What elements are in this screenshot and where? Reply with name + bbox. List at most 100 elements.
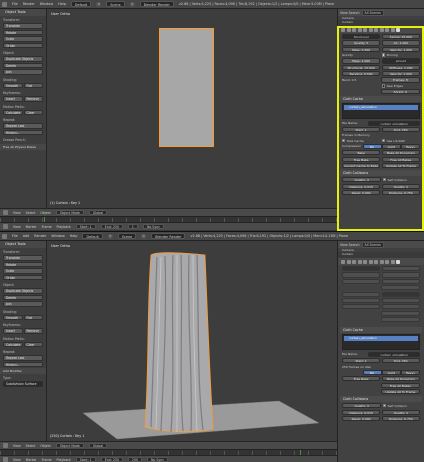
duplicate-button[interactable]: Duplicate Objects	[3, 288, 43, 294]
calculate-paths-button[interactable]: Calculate	[3, 109, 23, 115]
end-frame-field[interactable]: End: 250	[100, 224, 123, 229]
modifiers-tab-icon[interactable]	[368, 27, 373, 32]
repeat-last-button[interactable]: Repeat Last	[3, 123, 43, 129]
translate-button[interactable]: Translate	[3, 255, 43, 261]
layout-selector[interactable]: Default	[70, 1, 92, 7]
compression-light-button[interactable]: Light	[381, 143, 401, 149]
scale-button[interactable]: Scale	[3, 36, 43, 42]
scene-selector[interactable]: Scene	[117, 233, 137, 239]
close-scene-icon[interactable]: ×	[141, 233, 147, 239]
self-quality-field[interactable]: Quality: 2	[381, 409, 420, 415]
compression-no-button[interactable]: No	[362, 143, 382, 149]
tl-menu-view[interactable]: View	[13, 458, 21, 462]
use-lib-path-checkbox[interactable]	[381, 138, 386, 143]
curtain-plane-object[interactable]	[159, 28, 214, 147]
close-scene-icon[interactable]: ×	[129, 1, 135, 7]
flat-button[interactable]: Flat	[23, 82, 43, 88]
cloth-cache-header[interactable]: Cloth Cache	[340, 327, 422, 334]
bake-all-dynamics-button[interactable]: Bake All Dynamics	[381, 376, 420, 382]
disk-cache-checkbox[interactable]	[342, 138, 346, 143]
cache-list[interactable]: curtain_simulation	[342, 103, 420, 120]
history-button[interactable]: History...	[3, 361, 43, 367]
material-tab-icon[interactable]	[379, 259, 384, 264]
outliner-menu-view[interactable]: View	[340, 11, 348, 15]
object-tab-icon[interactable]	[357, 27, 362, 32]
particles-tab-icon[interactable]	[390, 27, 395, 32]
join-button[interactable]: Join	[3, 69, 43, 75]
info-editor-icon[interactable]	[2, 1, 7, 7]
tl-menu-marker[interactable]: Marker	[26, 225, 37, 229]
physics-tab-icon[interactable]	[396, 27, 400, 32]
cache-end-field[interactable]: End: 250	[381, 358, 420, 364]
cache-list-item[interactable]: curtain_simulation	[344, 336, 418, 341]
smooth-button[interactable]: Smooth	[3, 314, 23, 320]
bending-field[interactable]: Bending: 0.500	[342, 71, 381, 77]
rotate-button[interactable]: Rotate	[3, 261, 43, 267]
render-tab-icon[interactable]	[341, 259, 345, 264]
file-name-field[interactable]: curtain_simulation	[368, 120, 420, 126]
delete-button[interactable]: Delete	[3, 294, 43, 300]
collision-quality-field[interactable]: Quality: 4	[342, 403, 382, 409]
pivot-selector[interactable]: Global	[88, 443, 108, 448]
menu-add[interactable]: Add	[23, 234, 30, 238]
self-collision-checkbox[interactable]	[382, 404, 387, 408]
menu-file[interactable]: File	[12, 2, 18, 6]
repeat-last-button[interactable]: Repeat Last	[3, 355, 43, 361]
outliner-scope-selector[interactable]: All Scenes	[361, 9, 384, 16]
remove-key-button[interactable]: Remove	[23, 96, 43, 102]
self-collision-checkbox[interactable]	[382, 178, 387, 182]
cache-list-item[interactable]: curtain_simulation	[344, 105, 418, 110]
modifier-type-selector[interactable]: Subdivision Surface	[3, 381, 43, 387]
menu-select[interactable]: Select	[26, 444, 36, 448]
compression-heavy-button[interactable]: Heavy	[400, 143, 420, 149]
flat-button[interactable]: Flat	[23, 314, 43, 320]
modifiers-tab-icon[interactable]	[368, 259, 373, 264]
compression-no-button[interactable]: No	[362, 369, 382, 375]
air-field[interactable]: Air: 1.000	[381, 40, 420, 46]
timeline-editor-icon[interactable]	[3, 457, 8, 462]
cloth-simulation-render[interactable]	[47, 241, 337, 441]
end-frame-field[interactable]: End: 250	[100, 457, 123, 462]
sew-edges-checkbox[interactable]	[381, 84, 386, 88]
close-layout-icon[interactable]: ×	[96, 1, 102, 7]
curtain-object[interactable]	[144, 252, 214, 433]
self-distance-field[interactable]: Distance: 0.750	[381, 189, 420, 196]
particles-tab-icon[interactable]	[390, 259, 395, 264]
compression-heavy-button[interactable]: Heavy	[400, 369, 420, 375]
menu-render[interactable]: Render	[34, 234, 46, 238]
cloth-collisions-header[interactable]: Cloth Collisions	[340, 170, 422, 177]
calculate-paths-button[interactable]: Calculate	[3, 341, 23, 347]
constraints-tab-icon[interactable]	[363, 259, 367, 264]
scene-tab-icon[interactable]	[346, 27, 351, 32]
tl-menu-playback[interactable]: Playback	[57, 458, 71, 462]
scene-tab-icon[interactable]	[346, 259, 351, 264]
file-name-field[interactable]: curtain_simulation	[368, 351, 420, 358]
menu-help[interactable]: Help	[58, 2, 66, 6]
data-tab-icon[interactable]	[374, 27, 378, 32]
collision-distance-field[interactable]: Distance: 0.015	[342, 409, 381, 415]
render-engine-selector[interactable]: Blender Render	[151, 233, 186, 239]
tl-menu-marker[interactable]: Marker	[26, 458, 37, 462]
spring-field[interactable]: Spring: 15.000	[381, 34, 420, 40]
3d-viewport[interactable]: User Ortho (1) Curtain : Key 1	[47, 9, 337, 208]
3d-viewport-bottom[interactable]: User Ortho (250) Curtain : Key 1	[47, 241, 337, 441]
collision-repel-field[interactable]: Repel: 0.000	[342, 415, 381, 422]
menu-window[interactable]: Window	[51, 234, 64, 238]
current-frame-field[interactable]: 1	[127, 224, 138, 229]
self-quality-field[interactable]: Quality: 2	[381, 183, 420, 189]
menu-object[interactable]: Object	[40, 211, 50, 215]
velocity-field[interactable]: Velocity: 1.000	[381, 46, 420, 52]
clear-paths-button[interactable]: Clear	[23, 341, 43, 347]
duplicate-button[interactable]: Duplicate Objects	[3, 56, 43, 62]
outliner-row[interactable]: Curtain	[338, 252, 424, 256]
render-tab-icon[interactable]	[341, 27, 345, 32]
origin-button[interactable]: Origin	[3, 42, 43, 48]
quality-field[interactable]: Quality: 5	[342, 40, 381, 46]
stiffness-field[interactable]: Stiffness: 1.000	[381, 64, 420, 70]
menu-select[interactable]: Select	[26, 211, 36, 215]
texture-tab-icon[interactable]	[385, 27, 389, 32]
render-engine-selector[interactable]: Blender Render	[139, 1, 174, 7]
free-bake-button[interactable]: Free Bake	[342, 156, 381, 162]
tl-menu-frame[interactable]: Frame	[42, 458, 52, 462]
close-layout-icon[interactable]: ×	[107, 233, 113, 239]
